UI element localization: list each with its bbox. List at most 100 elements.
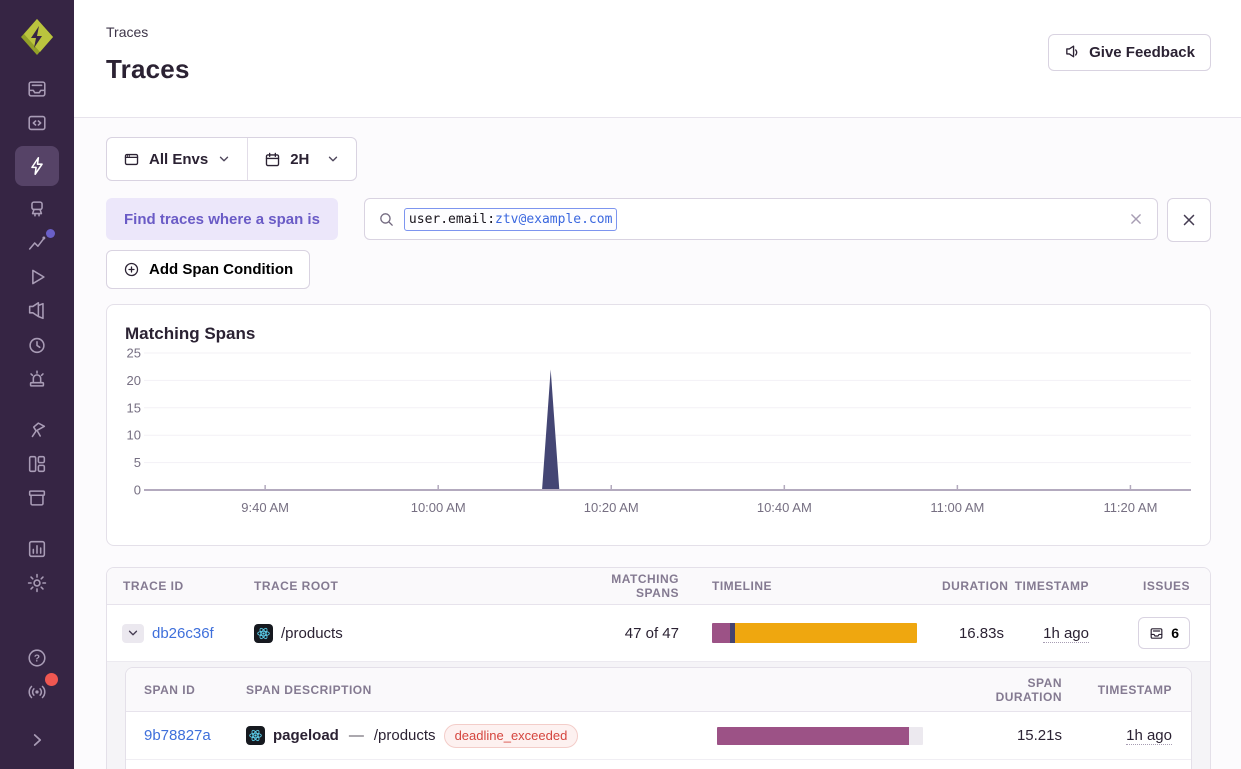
clear-search-icon[interactable] <box>1127 210 1145 228</box>
sidebar-item-traces[interactable] <box>15 146 59 186</box>
traces-table: TRACE ID TRACE ROOT MATCHING SPANS TIMEL… <box>106 567 1211 769</box>
span-duration: 15.21s <box>962 727 1092 744</box>
search-icon <box>378 211 395 228</box>
sidebar-collapse-button[interactable] <box>18 723 56 757</box>
react-platform-icon <box>246 726 265 745</box>
span-id-link[interactable]: 9b78827a <box>144 727 211 744</box>
svg-text:?: ? <box>34 654 40 665</box>
span-row: b7a7e441 GX http.server — GET /organizat… <box>126 760 1191 769</box>
span-condition-row: Find traces where a span is user.email:z… <box>106 198 1211 242</box>
add-span-condition-label: Add Span Condition <box>149 261 293 278</box>
span-search-input[interactable]: user.email:ztv@example.com <box>364 198 1158 240</box>
collapse-trace-button[interactable] <box>122 624 144 643</box>
sidebar-item-discover[interactable] <box>18 413 56 447</box>
svg-text:10:00 AM: 10:00 AM <box>411 500 466 515</box>
matching-spans-chart-panel: Matching Spans 9:40 AM 10:00 AM 10:20 AM 10… <box>106 304 1211 546</box>
chevron-down-icon <box>326 152 340 166</box>
span-status-badge: deadline_exceeded <box>444 724 579 748</box>
alert-dot <box>45 673 58 686</box>
span-row: 9b78827a <box>126 712 1191 760</box>
traces-table-header: TRACE ID TRACE ROOT MATCHING SPANS TIMEL… <box>107 568 1210 605</box>
sidebar-item-alerts[interactable] <box>18 362 56 396</box>
notification-dot <box>46 229 55 238</box>
svg-text:11:20 AM: 11:20 AM <box>1103 500 1157 515</box>
token-value: ztv@example.com <box>495 212 612 227</box>
matching-spans-chart: 9:40 AM 10:00 AM 10:20 AM 10:40 AM 11:00 AM 1… <box>125 344 1194 520</box>
col-span-timestamp: TIMESTAMP <box>1092 683 1192 697</box>
react-platform-icon <box>254 624 273 643</box>
trace-issues-count: 6 <box>1171 625 1179 641</box>
sidebar-item-explore[interactable] <box>18 106 56 140</box>
chevron-down-icon <box>217 152 231 166</box>
col-span-id: SPAN ID <box>126 683 236 697</box>
page-title: Traces <box>106 54 1211 85</box>
remove-condition-button[interactable] <box>1167 198 1211 242</box>
sidebar-item-dashboards[interactable] <box>18 447 56 481</box>
spans-table: SPAN ID SPAN DESCRIPTION SPAN DURATION T… <box>125 667 1192 769</box>
col-matching-spans: MATCHING SPANS <box>587 572 687 600</box>
window-icon <box>123 151 140 168</box>
trace-row: db26c36f /products <box>107 605 1210 661</box>
megaphone-icon <box>1064 44 1081 61</box>
add-span-condition-button[interactable]: Add Span Condition <box>106 250 310 289</box>
give-feedback-label: Give Feedback <box>1089 44 1195 61</box>
page-header: Traces Traces Give Feedback <box>74 0 1241 118</box>
trace-issues-button[interactable]: 6 <box>1138 617 1190 649</box>
col-span-duration: SPAN DURATION <box>962 676 1092 704</box>
svg-text:10:20 AM: 10:20 AM <box>584 500 639 515</box>
span-duration-bar <box>717 727 923 745</box>
date-range-filter-label: 2H <box>290 151 309 168</box>
issues-icon <box>1149 626 1164 641</box>
svg-text:5: 5 <box>134 455 141 470</box>
sidebar-item-service-updates[interactable] <box>18 675 56 709</box>
sidebar-item-help[interactable]: ? <box>18 641 56 675</box>
sidebar-item-profiling[interactable] <box>18 192 56 226</box>
svg-text:20: 20 <box>127 373 141 388</box>
sentry-logo[interactable] <box>16 16 58 58</box>
page-filter-bar: All Envs 2H <box>106 137 357 181</box>
sidebar-item-releases[interactable] <box>18 481 56 515</box>
search-filter-token[interactable]: user.email:ztv@example.com <box>404 208 618 231</box>
token-key: user.email: <box>409 212 495 227</box>
span-description: /products <box>374 727 436 744</box>
svg-text:15: 15 <box>127 400 141 415</box>
sidebar-item-issues[interactable] <box>18 72 56 106</box>
environment-filter[interactable]: All Envs <box>107 138 247 180</box>
date-range-filter[interactable]: 2H <box>248 138 356 180</box>
chart-title: Matching Spans <box>125 324 1192 344</box>
trace-expanded-region: SPAN ID SPAN DESCRIPTION SPAN DURATION T… <box>107 661 1210 769</box>
trace-id-link[interactable]: db26c36f <box>152 625 214 642</box>
span-op: pageload <box>273 727 339 744</box>
svg-text:25: 25 <box>127 346 141 361</box>
col-span-description: SPAN DESCRIPTION <box>236 683 717 697</box>
sidebar-item-replays[interactable] <box>18 260 56 294</box>
trace-timeline-bar <box>712 623 917 643</box>
give-feedback-button[interactable]: Give Feedback <box>1048 34 1211 71</box>
span-timestamp: 1h ago <box>1126 727 1172 745</box>
col-issues: ISSUES <box>1097 579 1210 593</box>
svg-text:11:00 AM: 11:00 AM <box>930 500 984 515</box>
sidebar-item-stats[interactable] <box>18 532 56 566</box>
sidebar-item-feedback[interactable] <box>18 294 56 328</box>
sidebar-item-crons[interactable] <box>18 328 56 362</box>
environment-filter-label: All Envs <box>149 151 208 168</box>
trace-root-label[interactable]: /products <box>281 625 343 642</box>
svg-text:0: 0 <box>134 483 141 498</box>
sidebar: ? <box>0 0 74 769</box>
svg-text:10:40 AM: 10:40 AM <box>757 500 812 515</box>
col-timeline: TIMELINE <box>687 579 942 593</box>
close-icon <box>1180 211 1198 229</box>
col-timestamp: TIMESTAMP <box>1012 579 1097 593</box>
spans-table-header: SPAN ID SPAN DESCRIPTION SPAN DURATION T… <box>126 668 1191 712</box>
span-condition-label: Find traces where a span is <box>106 198 338 240</box>
calendar-icon <box>264 151 281 168</box>
sidebar-item-settings[interactable] <box>18 566 56 600</box>
svg-text:10: 10 <box>127 428 141 443</box>
trace-duration: 16.83s <box>942 625 1012 642</box>
sidebar-item-metrics[interactable] <box>18 226 56 260</box>
svg-text:9:40 AM: 9:40 AM <box>241 500 289 515</box>
trace-timestamp: 1h ago <box>1043 625 1089 643</box>
col-trace-root: TRACE ROOT <box>247 579 587 593</box>
breadcrumb[interactable]: Traces <box>106 24 1211 40</box>
col-duration: DURATION <box>942 579 1012 593</box>
